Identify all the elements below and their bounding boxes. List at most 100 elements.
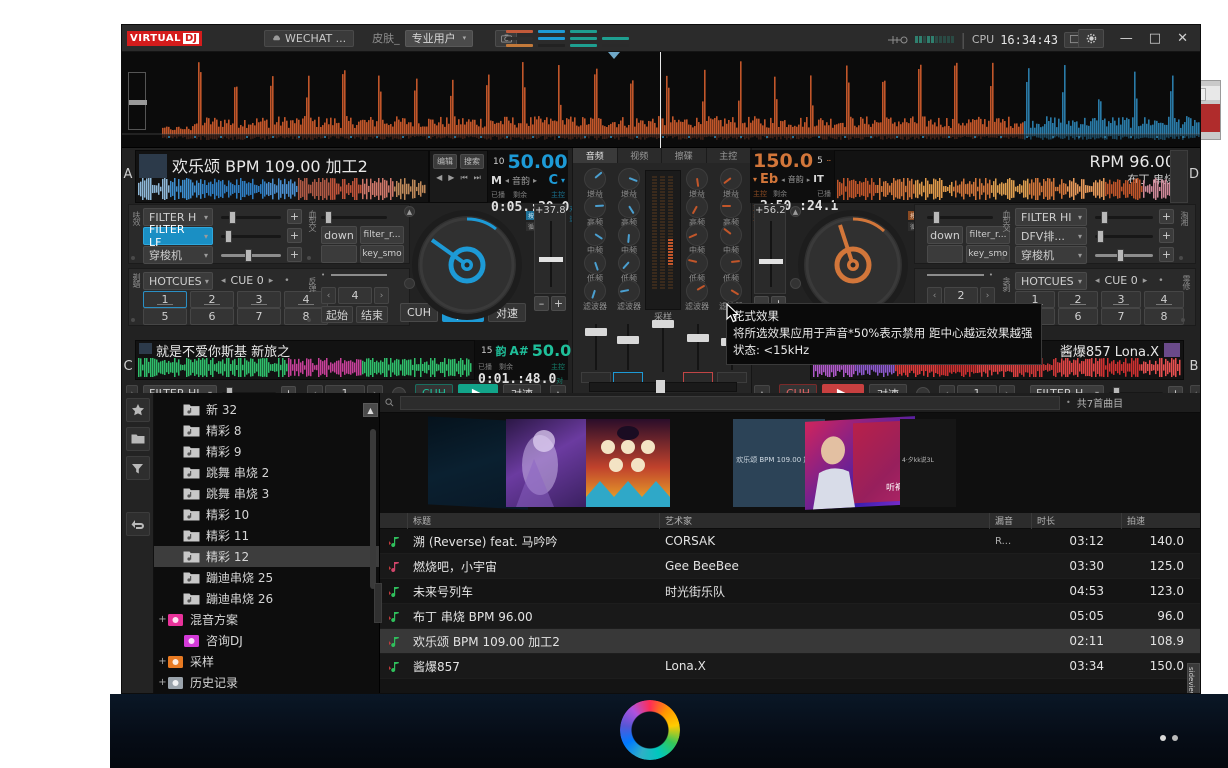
deck-c-key[interactable]: A#: [509, 344, 528, 358]
cover-item-2[interactable]: [506, 419, 588, 507]
deck-a-sampler-btn-1[interactable]: down: [321, 226, 357, 244]
deck-a-next-icon[interactable]: ▶: [448, 173, 454, 183]
table-header-3[interactable]: 漏音: [990, 513, 1032, 529]
deck-a-fx-slot-2[interactable]: FILTER LF ▾: [143, 227, 213, 245]
deck-a-sampler-btn-4[interactable]: key_smo: [360, 245, 404, 263]
deck-a-pitch-handle[interactable]: [539, 257, 563, 262]
deck-b-cue-next-icon[interactable]: ▸: [1143, 276, 1148, 286]
close-button[interactable]: ✕: [1177, 31, 1188, 46]
tree-item-1[interactable]: 精彩 8: [154, 420, 379, 441]
cover-item-3[interactable]: [586, 419, 670, 507]
mixer-knob-0-1[interactable]: [584, 196, 606, 218]
deck-c-scrolling-waveform[interactable]: [138, 358, 472, 377]
mixer-knob-3-0[interactable]: [720, 168, 742, 190]
deck-a-skip-fwd-icon[interactable]: ⏭: [474, 173, 481, 183]
tree-item-12[interactable]: + 采样: [154, 651, 379, 672]
mixer-knob-1-1[interactable]: [618, 196, 640, 218]
cover-item-5[interactable]: 听裤子: [805, 416, 915, 510]
tree-item-3[interactable]: 跳舞 串烧 2: [154, 462, 379, 483]
deck-a-fx-slot-3[interactable]: 穿梭机 ▾: [143, 246, 213, 264]
deck-b-eject-button[interactable]: ▲: [790, 206, 801, 217]
overview-waveform[interactable]: [122, 52, 1200, 148]
deck-a-hotcue-7[interactable]: 7: [237, 308, 281, 325]
minimize-button[interactable]: —: [1120, 31, 1133, 46]
tree-item-4[interactable]: 跳舞 串烧 3: [154, 483, 379, 504]
deck-a-bpm[interactable]: 50.00: [507, 151, 567, 173]
cover-item-6[interactable]: 4·夕kk说3L: [900, 419, 956, 507]
skin-select[interactable]: 专业用户 ▾: [405, 30, 474, 47]
deck-a-loop-halve[interactable]: ‹: [321, 287, 336, 304]
deck-b-hotcue-4[interactable]: 4: [1144, 291, 1184, 308]
table-row[interactable]: 溯 (Reverse) feat. 马吟吟 CORSAK R... 03:12 …: [380, 529, 1201, 554]
mixer-knob-3-2[interactable]: [720, 224, 742, 246]
deck-a-cue-menu-icon[interactable]: •: [284, 276, 289, 286]
deck-a-fx-slider-3[interactable]: [221, 246, 281, 264]
deck-a-skip-back-icon[interactable]: ⏮: [460, 173, 467, 183]
deck-a-fx-slider-1[interactable]: [221, 208, 281, 226]
deck-b-scrolling-waveform[interactable]: [837, 178, 1181, 200]
deck-b-loop-size[interactable]: 2: [944, 287, 978, 304]
deck-a-sampler-btn-2[interactable]: filter_r...: [360, 226, 404, 244]
mixer-knob-2-1[interactable]: [686, 196, 708, 218]
eq-preset-group[interactable]: [506, 29, 629, 48]
wechat-button[interactable]: WECHAT ...: [264, 30, 354, 47]
deck-b-fx-add-3[interactable]: +: [1159, 247, 1174, 262]
table-header-5[interactable]: 拍速: [1122, 513, 1201, 529]
deck-b-key[interactable]: Eb: [760, 172, 778, 187]
deck-a-search-button[interactable]: 搜索: [460, 154, 484, 169]
tree-item-11[interactable]: 咨询DJ: [154, 630, 379, 651]
mixer-fader-c[interactable]: [687, 324, 709, 370]
eq-preset-4[interactable]: [602, 29, 629, 48]
deck-a-cue-next-icon[interactable]: ▸: [269, 276, 274, 286]
deck-a-pitch-plus[interactable]: +: [551, 296, 566, 311]
mixer-knob-3-1[interactable]: [720, 196, 742, 218]
deck-b-cue-menu-icon[interactable]: •: [1158, 276, 1163, 286]
table-row[interactable]: 燃烧吧，小宇宙 Gee BeeBee 03:30 125.0: [380, 554, 1201, 579]
deck-a-hotcue-mode[interactable]: HOTCUES ▾: [143, 272, 213, 290]
deck-b-fx-add-2[interactable]: +: [1159, 228, 1174, 243]
mixer-knob-1-4[interactable]: [618, 280, 640, 302]
undo-arrow-icon[interactable]: [126, 512, 150, 536]
deck-a-loop-double[interactable]: ›: [374, 287, 389, 304]
deck-a-fx-add-2[interactable]: +: [287, 228, 302, 243]
deck-a-hotcue-6[interactable]: 6: [190, 308, 234, 325]
table-body[interactable]: 溯 (Reverse) feat. 马吟吟 CORSAK R... 03:12 …: [380, 529, 1201, 679]
mixer-fader-b[interactable]: [617, 324, 639, 370]
browser-splitter[interactable]: [374, 583, 382, 623]
deck-a-jogwheel[interactable]: [412, 210, 522, 320]
deck-a-pitch-minus[interactable]: –: [534, 296, 549, 311]
deck-a-hotcue-1[interactable]: 1: [143, 291, 187, 308]
mixer-knob-3-4[interactable]: [720, 280, 742, 302]
table-header-1[interactable]: 标题: [408, 513, 660, 529]
mixer-knob-1-3[interactable]: [618, 252, 640, 274]
tree-item-5[interactable]: 精彩 10: [154, 504, 379, 525]
mixer-tab-master[interactable]: 主控: [707, 148, 752, 163]
deck-b-hotcue-2[interactable]: 2: [1058, 291, 1098, 308]
tree-item-9[interactable]: 蹦迪串烧 26: [154, 588, 379, 609]
mixer-knob-2-3[interactable]: [686, 252, 708, 274]
mixer-tabs[interactable]: 音频 视频 擦碟 主控: [573, 148, 751, 163]
search-input[interactable]: [400, 396, 1060, 410]
deck-a-prev-icon[interactable]: ◀: [436, 173, 442, 183]
search-clear-icon[interactable]: •: [1066, 398, 1071, 407]
deck-c-sync-label[interactable]: 主控: [551, 362, 565, 372]
deck-b-hotcue-mode[interactable]: HOTCUES ▾: [1015, 272, 1087, 290]
deck-a-eject-button[interactable]: ▲: [404, 206, 415, 217]
tree-expander-13[interactable]: +: [158, 677, 167, 688]
deck-a-fx-slider-2[interactable]: [221, 227, 281, 245]
favorites-star-icon[interactable]: [126, 398, 150, 422]
deck-b-scratch-toggle[interactable]: [790, 278, 801, 289]
tree-item-6[interactable]: 精彩 11: [154, 525, 379, 546]
deck-b-sampler-btn-4[interactable]: key_smo: [966, 245, 1010, 263]
deck-b-fx-slot-3[interactable]: 穿梭机 ▾: [1015, 246, 1087, 264]
sideview-toggle[interactable]: sideview info: [1187, 663, 1200, 694]
deck-b-sampler-btn-1[interactable]: down: [927, 226, 963, 244]
deck-b-loop-halve[interactable]: ‹: [927, 287, 942, 304]
folder-tree[interactable]: 新 32 精彩 8 精彩 9 跳舞 串烧 2 跳舞 串烧 3 精彩 10 精彩 …: [154, 393, 380, 694]
deck-a-pitch-mode[interactable]: M: [491, 174, 502, 187]
deck-b-fx-slider-2[interactable]: [1095, 227, 1153, 245]
deck-b-hotcue-7[interactable]: 7: [1101, 308, 1141, 325]
eq-preset-1[interactable]: [506, 29, 533, 48]
deck-a-sampler-btn-3[interactable]: [321, 245, 357, 263]
deck-a-scrolling-waveform[interactable]: [138, 178, 426, 200]
